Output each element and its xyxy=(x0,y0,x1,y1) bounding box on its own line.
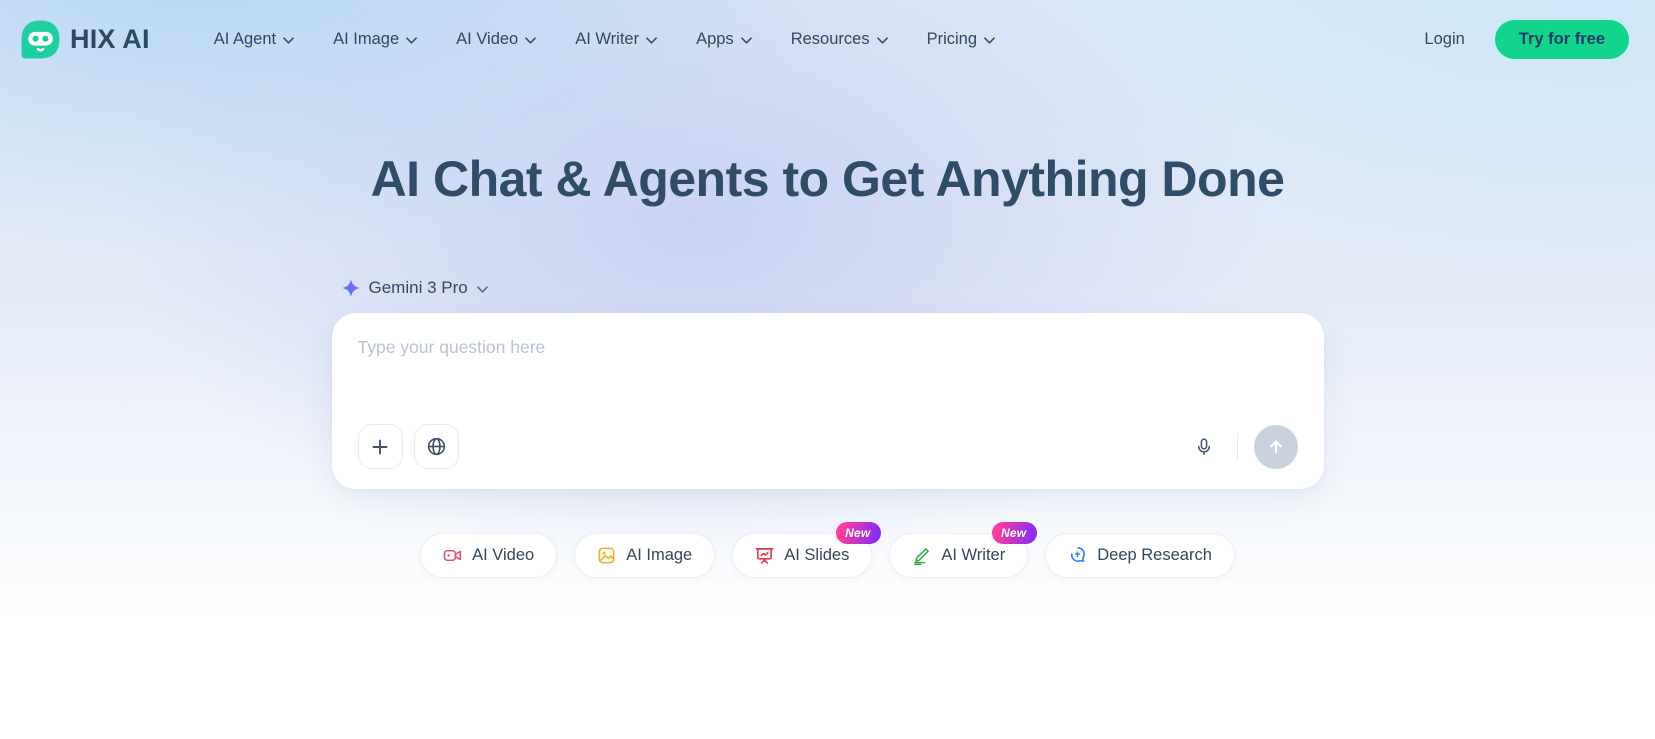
nav-ai-image[interactable]: AI Image xyxy=(333,30,417,49)
chevron-down-icon xyxy=(984,37,995,44)
chip-label: AI Image xyxy=(626,546,692,565)
try-for-free-button[interactable]: Try for free xyxy=(1495,20,1629,59)
nav-ai-writer[interactable]: AI Writer xyxy=(575,30,657,49)
hix-logo-icon xyxy=(20,19,61,60)
model-selector[interactable]: Gemini 3 Pro xyxy=(342,278,488,298)
nav-ai-agent[interactable]: AI Agent xyxy=(214,30,294,49)
plus-icon xyxy=(370,437,390,457)
nav-apps[interactable]: Apps xyxy=(696,30,752,49)
toolbar-divider xyxy=(1237,434,1238,460)
chevron-down-icon xyxy=(283,37,294,44)
presentation-icon xyxy=(755,546,774,565)
chevron-down-icon xyxy=(525,37,536,44)
chip-deep-research[interactable]: Deep Research xyxy=(1045,533,1235,578)
nav-label: AI Writer xyxy=(575,30,639,49)
send-arrow-up-icon xyxy=(1266,437,1286,457)
chat-section: Gemini 3 Pro xyxy=(332,278,1324,578)
voice-input-button[interactable] xyxy=(1187,430,1221,464)
header: HIX AI AI Agent AI Image AI Video AI Wri… xyxy=(0,0,1655,78)
new-badge: New xyxy=(836,522,881,544)
page-title: AI Chat & Agents to Get Anything Done xyxy=(0,150,1655,208)
nav-label: Apps xyxy=(696,30,734,49)
hero-section: AI Chat & Agents to Get Anything Done xyxy=(0,150,1655,208)
brand-name: HIX AI xyxy=(70,24,150,55)
nav-label: Pricing xyxy=(927,30,977,49)
new-badge: New xyxy=(992,522,1037,544)
quick-actions: AI Video AI Image AI Slides New xyxy=(332,533,1324,578)
nav-label: Resources xyxy=(791,30,870,49)
chevron-down-icon xyxy=(877,37,888,44)
chat-toolbar-right xyxy=(1187,425,1298,469)
chip-ai-video[interactable]: AI Video xyxy=(420,533,557,578)
nav-label: AI Video xyxy=(456,30,518,49)
send-button[interactable] xyxy=(1254,425,1298,469)
chat-toolbar xyxy=(358,424,1298,469)
chip-ai-slides[interactable]: AI Slides New xyxy=(732,533,872,578)
pen-icon xyxy=(912,546,931,565)
chevron-down-icon xyxy=(406,37,417,44)
nav-label: AI Agent xyxy=(214,30,276,49)
chip-label: Deep Research xyxy=(1097,546,1212,565)
globe-icon xyxy=(426,436,447,457)
header-actions: Login Try for free xyxy=(1424,20,1629,59)
image-icon xyxy=(597,546,616,565)
microphone-icon xyxy=(1193,436,1215,458)
login-link[interactable]: Login xyxy=(1424,30,1464,49)
gemini-sparkle-icon xyxy=(342,279,360,297)
web-search-button[interactable] xyxy=(414,424,459,469)
video-camera-icon xyxy=(443,546,462,565)
head-research-icon xyxy=(1068,546,1087,565)
nav-label: AI Image xyxy=(333,30,399,49)
model-name: Gemini 3 Pro xyxy=(369,278,468,298)
chevron-down-icon xyxy=(477,286,488,293)
chip-ai-image[interactable]: AI Image xyxy=(574,533,715,578)
chip-label: AI Writer xyxy=(941,546,1005,565)
nav-pricing[interactable]: Pricing xyxy=(927,30,995,49)
chip-label: AI Video xyxy=(472,546,534,565)
chat-input[interactable] xyxy=(358,337,1298,424)
chevron-down-icon xyxy=(741,37,752,44)
attach-button[interactable] xyxy=(358,424,403,469)
nav-resources[interactable]: Resources xyxy=(791,30,888,49)
chat-input-card xyxy=(332,313,1324,489)
chip-ai-writer[interactable]: AI Writer New xyxy=(889,533,1028,578)
brand-logo[interactable]: HIX AI xyxy=(20,19,150,60)
chip-label: AI Slides xyxy=(784,546,849,565)
main-nav: AI Agent AI Image AI Video AI Writer App… xyxy=(214,30,995,49)
nav-ai-video[interactable]: AI Video xyxy=(456,30,536,49)
chevron-down-icon xyxy=(646,37,657,44)
